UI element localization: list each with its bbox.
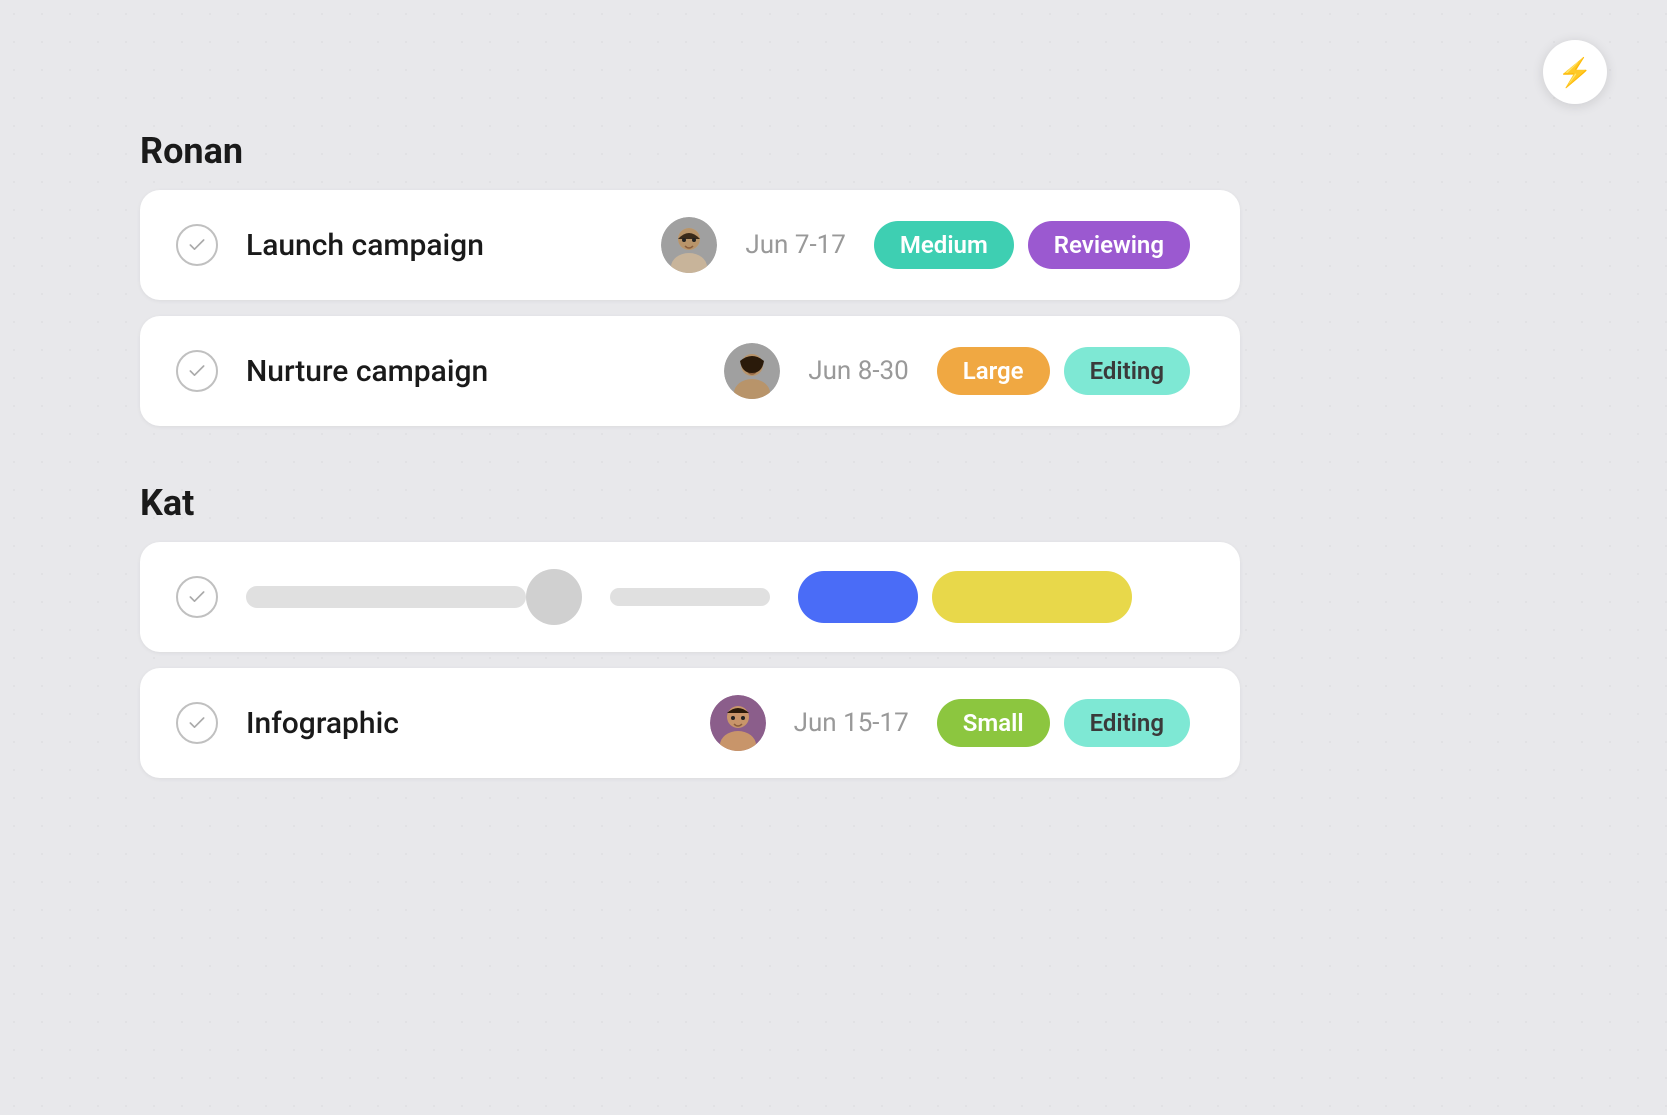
task-status-badge[interactable]: Editing — [1064, 347, 1190, 395]
task-avatar — [724, 343, 780, 399]
task-check-icon[interactable] — [176, 350, 218, 392]
task-status-badge[interactable] — [932, 571, 1132, 623]
group-label-ronan: Ronan — [140, 130, 1240, 172]
task-avatar — [526, 569, 582, 625]
task-date — [610, 588, 770, 606]
task-card-kat-task-loading — [140, 542, 1240, 652]
task-date: Jun 7-17 — [745, 230, 846, 260]
main-content: Ronan Launch campaign Jun 7-17 Medium Revi… — [140, 130, 1240, 794]
task-date: Jun 8-30 — [808, 356, 909, 386]
task-check-icon[interactable] — [176, 702, 218, 744]
task-card-launch-campaign: Launch campaign Jun 7-17 Medium Reviewing — [140, 190, 1240, 300]
task-check-icon[interactable] — [176, 224, 218, 266]
task-avatar — [661, 217, 717, 273]
lightning-button[interactable]: ⚡ — [1543, 40, 1607, 104]
task-size-badge[interactable]: Large — [937, 347, 1050, 395]
task-size-badge[interactable]: Small — [937, 699, 1050, 747]
task-name: Launch campaign — [246, 228, 661, 263]
task-avatar — [710, 695, 766, 751]
task-card-nurture-campaign: Nurture campaign Jun 8-30 Large Editing — [140, 316, 1240, 426]
task-check-icon[interactable] — [176, 576, 218, 618]
task-status-badge[interactable]: Editing — [1064, 699, 1190, 747]
task-card-infographic: Infographic Jun 15-17 Small Editing — [140, 668, 1240, 778]
task-size-badge[interactable] — [798, 571, 918, 623]
task-size-badge[interactable]: Medium — [874, 221, 1014, 269]
lightning-icon: ⚡ — [1558, 56, 1593, 89]
task-name — [246, 586, 526, 608]
task-status-badge[interactable]: Reviewing — [1028, 221, 1190, 269]
group-label-kat: Kat — [140, 482, 1240, 524]
task-name: Nurture campaign — [246, 354, 724, 389]
task-date: Jun 15-17 — [794, 708, 909, 738]
task-name: Infographic — [246, 706, 710, 741]
